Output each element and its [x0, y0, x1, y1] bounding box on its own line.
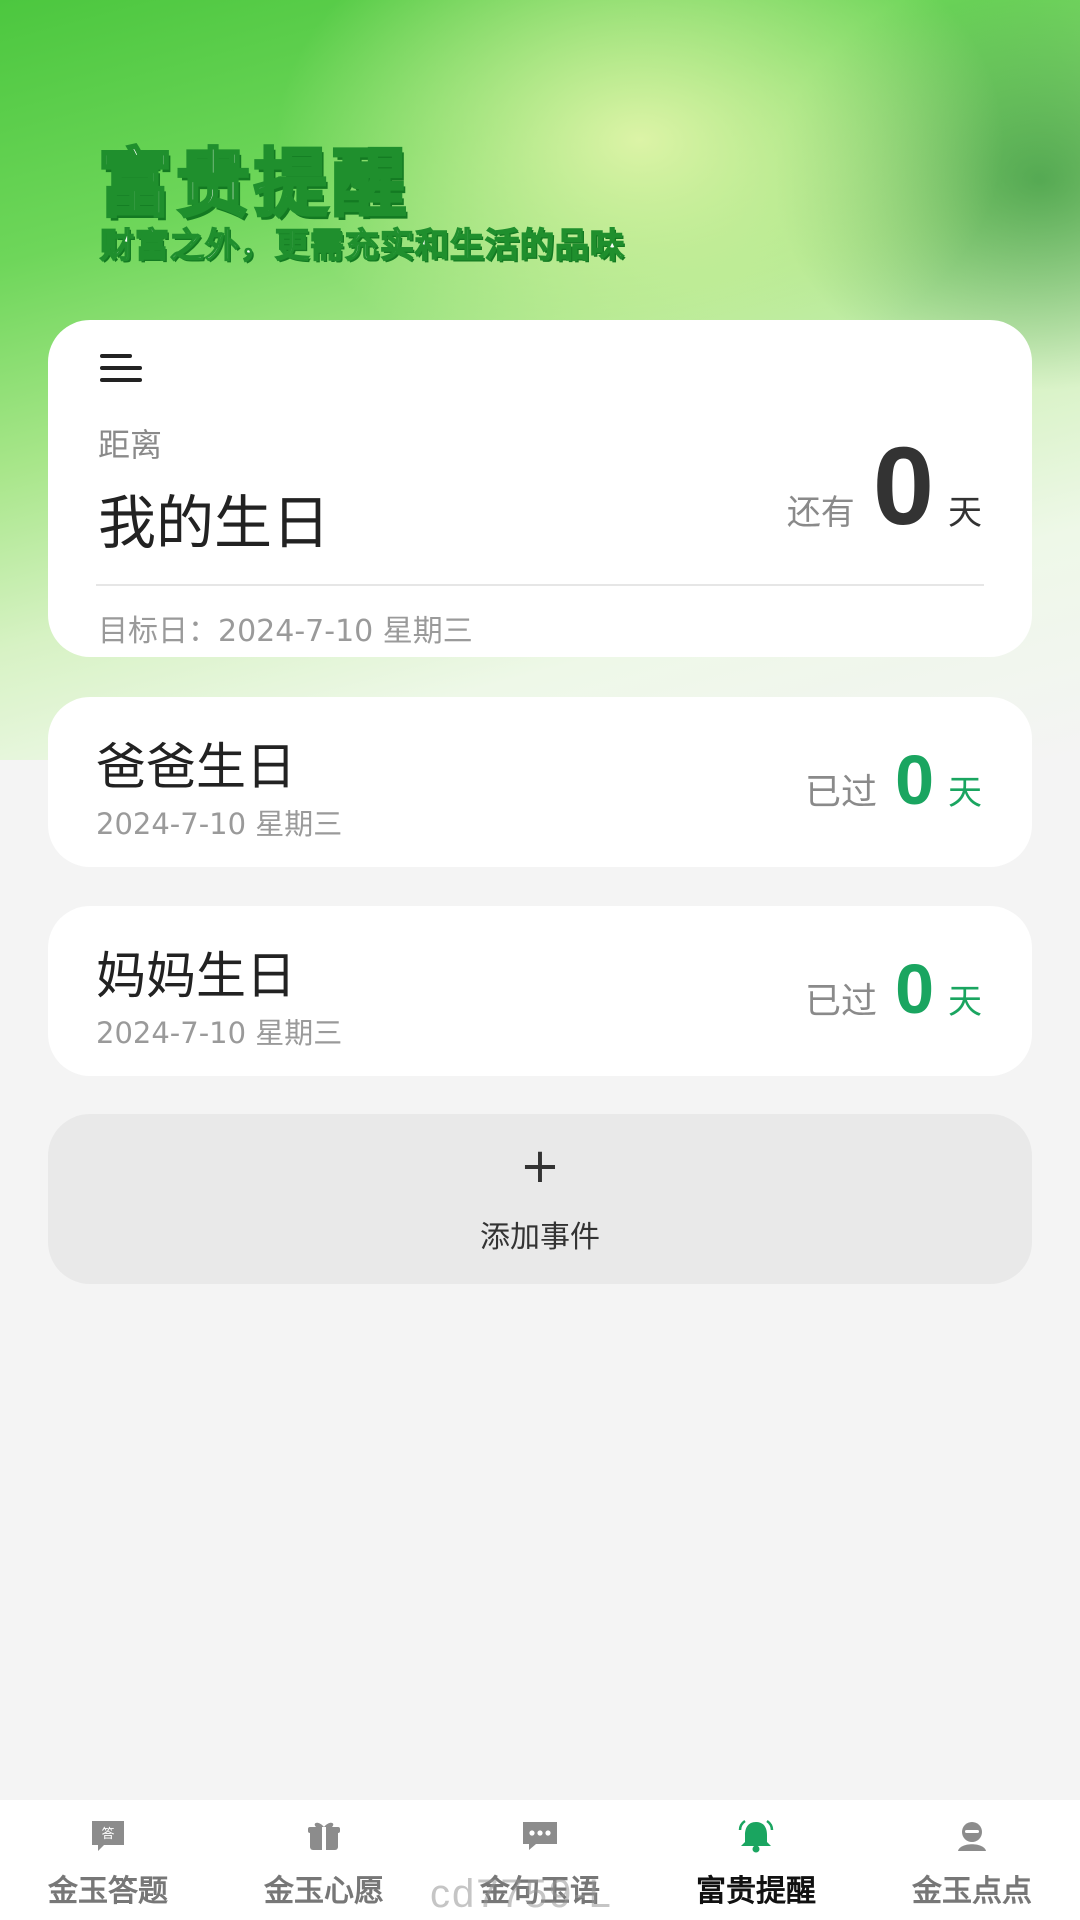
bell-icon — [738, 1819, 774, 1853]
event-days: 0 — [895, 741, 934, 819]
menu-icon[interactable] — [100, 350, 146, 390]
event-card[interactable]: 妈妈生日 2024-7-10 星期三 已过 0 天 — [48, 906, 1032, 1076]
event-unit: 天 — [948, 773, 982, 813]
svg-text:答: 答 — [101, 1826, 114, 1842]
tab-quotes[interactable]: 金句玉语 — [432, 1800, 648, 1920]
event-prefix: 已过 — [805, 772, 878, 813]
countdown-unit: 天 — [948, 493, 982, 533]
add-event-label: 添加事件 — [480, 1220, 600, 1255]
event-countdown: 已过 0 天 — [805, 954, 982, 1024]
tab-label: 金玉心愿 — [264, 1874, 384, 1909]
page-title: 富贵提醒 — [97, 140, 410, 229]
event-name: 爸爸生日 — [96, 738, 296, 796]
main-countdown-card[interactable]: 距离 我的生日 还有 0 天 目标日：2024-7-10 星期三 — [48, 320, 1032, 657]
event-prefix: 已过 — [805, 981, 878, 1022]
event-date: 2024-7-10 星期三 — [96, 807, 343, 841]
event-date: 2024-7-10 星期三 — [96, 1016, 343, 1050]
event-days: 0 — [895, 950, 934, 1028]
countdown-value: 还有 0 天 — [787, 432, 982, 542]
divider — [96, 584, 984, 586]
tab-label: 富贵提醒 — [696, 1874, 816, 1909]
countdown-label: 距离 — [98, 426, 163, 464]
event-card[interactable]: 爸爸生日 2024-7-10 星期三 已过 0 天 — [48, 697, 1032, 867]
page-subtitle: 财富之外，更需充实和生活的品味 — [99, 225, 625, 267]
countdown-days: 0 — [872, 425, 934, 548]
countdown-title: 我的生日 — [98, 489, 331, 557]
quiz-icon: 答 — [92, 1821, 124, 1851]
plus-icon: + — [519, 1138, 561, 1194]
countdown-prefix: 还有 — [786, 493, 855, 533]
tab-profile[interactable]: 金玉点点 — [864, 1800, 1080, 1920]
gift-icon — [308, 1822, 340, 1850]
add-event-button[interactable]: + 添加事件 — [48, 1114, 1032, 1284]
tab-label: 金句玉语 — [480, 1874, 600, 1909]
bottom-tab-bar: 答 金玉答题 金玉心愿 金句玉语 富贵提醒 金玉点点 — [0, 1800, 1080, 1920]
chat-icon — [523, 1822, 557, 1850]
event-countdown: 已过 0 天 — [805, 745, 982, 815]
tab-label: 金玉点点 — [912, 1874, 1032, 1909]
target-date: 目标日：2024-7-10 星期三 — [98, 614, 473, 649]
tab-reminder[interactable]: 富贵提醒 — [648, 1800, 864, 1920]
event-name: 妈妈生日 — [96, 947, 296, 1005]
tab-label: 金玉答题 — [48, 1874, 168, 1909]
event-unit: 天 — [948, 982, 982, 1022]
user-icon — [958, 1822, 986, 1851]
tab-quiz[interactable]: 答 金玉答题 — [0, 1800, 216, 1920]
tab-wish[interactable]: 金玉心愿 — [216, 1800, 432, 1920]
